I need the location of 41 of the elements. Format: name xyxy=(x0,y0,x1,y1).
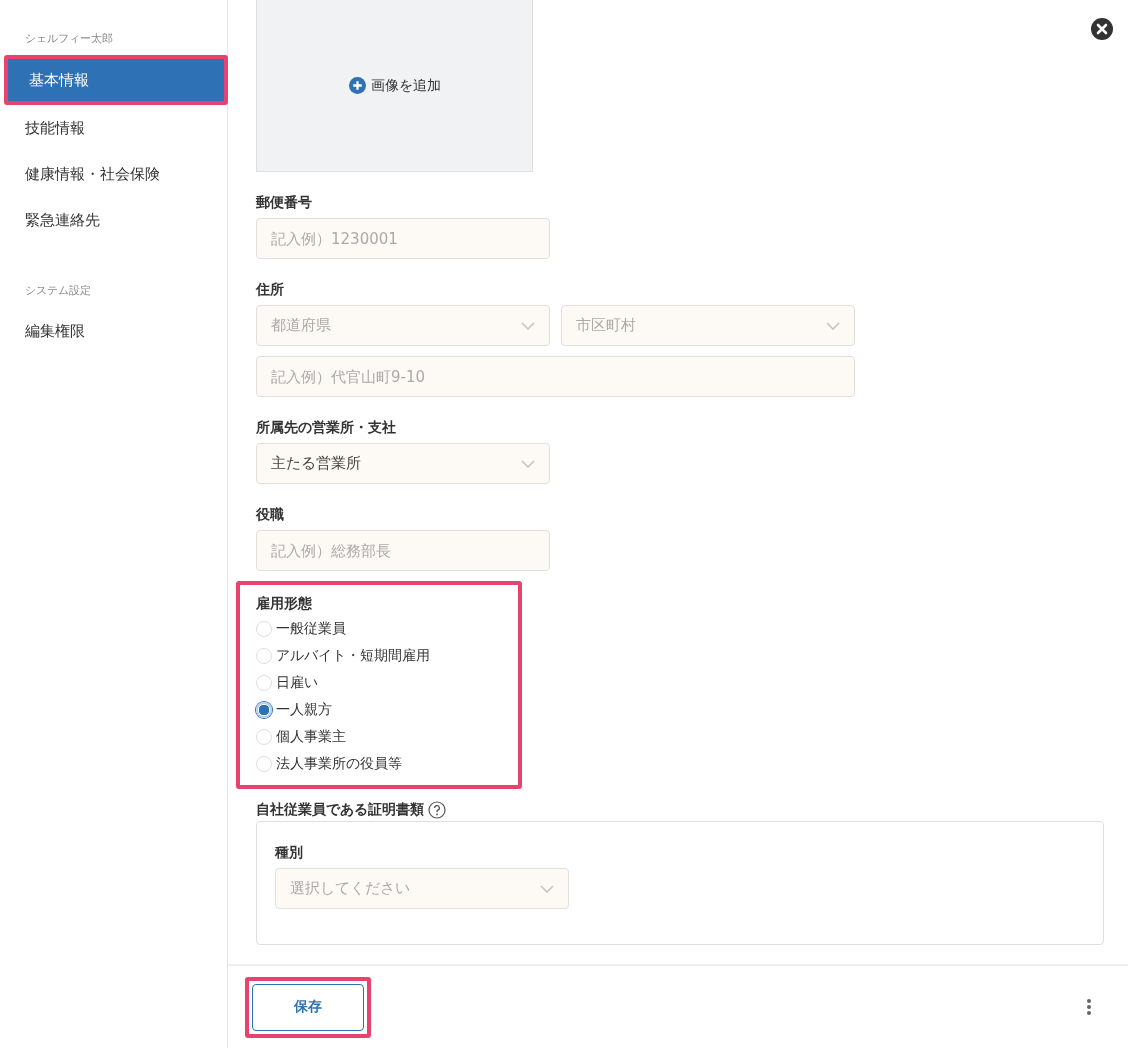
sidebar-item[interactable]: 健康情報・社会保険 xyxy=(0,151,227,197)
field-label: 雇用形態 xyxy=(256,595,313,613)
sidebar-item[interactable]: 基本情報 xyxy=(8,59,224,101)
field-label: 住所 xyxy=(256,281,285,299)
field-label: 郵便番号 xyxy=(256,194,313,212)
sidebar-item[interactable]: 技能情報 xyxy=(0,105,227,151)
radio-label: 一般従業員 xyxy=(276,619,346,638)
radio-button[interactable] xyxy=(256,755,272,772)
save-button[interactable]: 保存 xyxy=(252,983,364,1031)
sidebar-section-title: シェルフィー太郎 xyxy=(24,31,114,46)
radio-label: 日雇い xyxy=(276,673,318,692)
plus-icon xyxy=(348,77,366,94)
sidebar-item[interactable]: 編集権限 xyxy=(0,308,227,354)
radio-button[interactable] xyxy=(256,647,272,664)
close-icon[interactable] xyxy=(1090,17,1114,41)
chevron-down-icon xyxy=(521,321,535,330)
radio-label: 個人事業主 xyxy=(276,727,346,746)
input-field[interactable]: 記入例）総務部長 xyxy=(256,530,550,571)
radio-label: アルバイト・短期間雇用 xyxy=(276,646,430,665)
sidebar-item[interactable]: 緊急連絡先 xyxy=(0,197,227,243)
upload-label: 画像を追加 xyxy=(370,76,441,95)
radio-button[interactable] xyxy=(256,674,272,691)
field-label: 自社従業員である証明書類 xyxy=(256,801,424,819)
help-icon[interactable] xyxy=(428,801,446,819)
input-field[interactable]: 記入例）代官山町9-10 xyxy=(256,356,855,397)
radio-label: 一人親方 xyxy=(276,700,332,719)
radio-button[interactable] xyxy=(256,620,272,637)
radio-label: 法人事業所の役員等 xyxy=(276,754,402,773)
chevron-down-icon xyxy=(540,884,554,893)
field-label: 所属先の営業所・支社 xyxy=(256,419,397,437)
radio-button[interactable] xyxy=(256,728,272,745)
input-field[interactable]: 記入例）1230001 xyxy=(256,218,550,259)
sidebar-section-title: システム設定 xyxy=(24,283,92,298)
select-field[interactable]: 主たる営業所 xyxy=(256,443,550,484)
chevron-down-icon xyxy=(521,459,535,468)
more-icon[interactable] xyxy=(1086,998,1092,1016)
radio-button[interactable] xyxy=(256,701,272,718)
image-upload-area[interactable]: 画像を追加 xyxy=(256,0,533,172)
chevron-down-icon xyxy=(826,321,840,330)
field-label: 役職 xyxy=(256,506,285,524)
field-label: 種別 xyxy=(275,844,304,862)
